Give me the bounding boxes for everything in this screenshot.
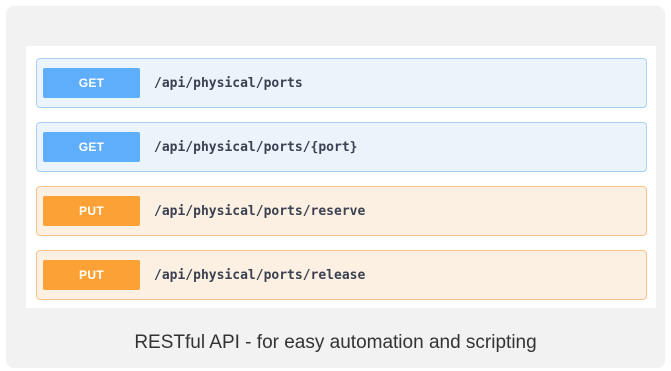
endpoint-path: /api/physical/ports/reserve	[154, 203, 366, 219]
endpoint-put-release[interactable]: PUT /api/physical/ports/release	[36, 250, 647, 300]
http-method-badge: PUT	[43, 260, 140, 290]
endpoint-path: /api/physical/ports/release	[154, 267, 366, 283]
endpoint-get-port[interactable]: GET /api/physical/ports/{port}	[36, 122, 647, 172]
api-endpoint-list: GET /api/physical/ports GET /api/physica…	[26, 46, 656, 308]
http-method-badge: GET	[43, 132, 140, 162]
endpoint-path: /api/physical/ports	[154, 75, 303, 91]
http-method-badge: PUT	[43, 196, 140, 226]
image-caption: RESTful API - for easy automation and sc…	[134, 332, 537, 353]
endpoint-path: /api/physical/ports/{port}	[154, 139, 358, 155]
screenshot-card: GET /api/physical/ports GET /api/physica…	[6, 6, 665, 368]
http-method-badge: GET	[43, 68, 140, 98]
endpoint-put-reserve[interactable]: PUT /api/physical/ports/reserve	[36, 186, 647, 236]
endpoint-get-ports[interactable]: GET /api/physical/ports	[36, 58, 647, 108]
